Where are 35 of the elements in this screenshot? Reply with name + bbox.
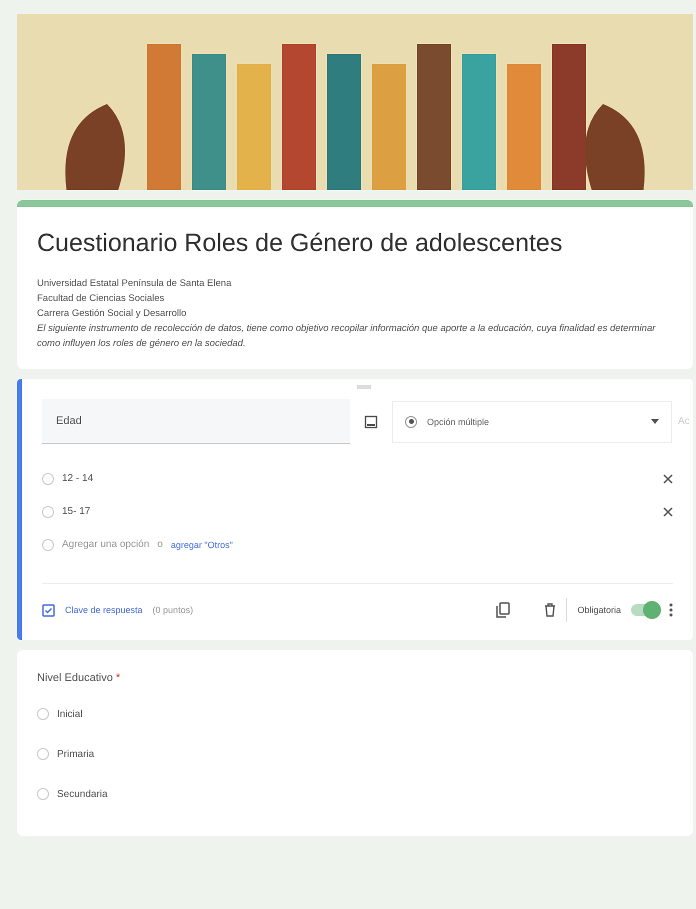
required-toggle[interactable] [631, 604, 659, 616]
answer-key-link[interactable]: Clave de respuesta [65, 605, 143, 615]
radio-button[interactable] [42, 506, 54, 518]
option-label: Inicial [57, 708, 83, 720]
option-label: Primaria [57, 748, 94, 760]
empty-circle-icon [42, 538, 54, 550]
option-label[interactable]: 15- 17 [62, 506, 655, 517]
option-label: Secundaria [57, 788, 108, 800]
form-description-line: Carrera Gestión Social y Desarrollo [37, 307, 188, 321]
form-title: Cuestionario Roles de Género de adolescentes [37, 229, 564, 258]
form-description-paragraph: El siguiente instrumento de recolección de datos, tiene como objetivo recopilar información que aporte a la educación, cuya finalidad es determinar como influyen los roles de género en la sociedad. [37, 322, 657, 351]
drag-handle[interactable] [357, 385, 371, 389]
dropdown-caret-icon [651, 419, 659, 424]
points-label: (0 puntos) [152, 605, 194, 615]
question-type-dropdown[interactable]: Opción múltiple [392, 400, 672, 442]
radio-button[interactable] [42, 472, 54, 484]
option-label[interactable]: 12 - 14 [62, 473, 655, 484]
radio-button[interactable] [37, 788, 49, 800]
required-label: Obligatoria [577, 605, 621, 615]
image-icon[interactable] [364, 414, 378, 428]
more-options-icon[interactable] [669, 603, 673, 617]
add-other-link[interactable]: agregar "Otros" [170, 540, 233, 550]
checklist-icon[interactable] [42, 604, 55, 616]
question-title-field[interactable]: Edad [42, 399, 350, 444]
close-icon[interactable] [663, 474, 673, 484]
form-description-line: Facultad de Ciencias Sociales [37, 292, 166, 306]
question-title: Nivel Educativo * [37, 672, 122, 684]
copy-icon[interactable] [496, 602, 510, 618]
radio-icon [405, 416, 417, 428]
close-icon[interactable] [663, 506, 673, 516]
form-description-line: Universidad Estatal Península de Santa Elena [37, 277, 232, 291]
radio-button[interactable] [37, 708, 49, 720]
separator-text: o [157, 539, 163, 550]
trash-icon[interactable] [544, 603, 556, 617]
radio-button[interactable] [37, 748, 49, 760]
